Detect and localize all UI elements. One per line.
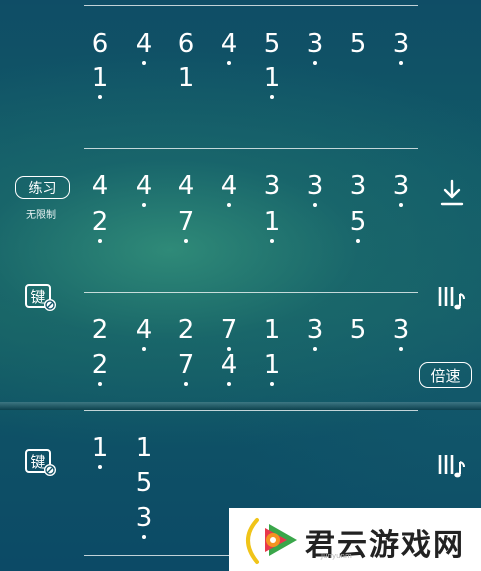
note: 5 [263,29,281,59]
note: 3 [263,171,281,201]
note: 7 [172,351,200,386]
note: 7 [215,316,243,351]
score-music-icon[interactable] [436,452,466,480]
note: 4 [215,30,243,65]
note: 3 [349,171,367,201]
note: 5 [135,468,153,498]
note: 4 [215,351,243,386]
note: 3 [130,504,158,539]
note: 1 [86,64,114,99]
section-divider [0,402,481,410]
svg-text:键: 键 [30,288,45,306]
svg-text:键: 键 [30,453,45,471]
note: 5 [349,315,367,345]
note: 3 [301,316,329,351]
note: 4 [130,316,158,351]
note: 2 [86,208,114,243]
note: 7 [172,208,200,243]
note: 1 [135,433,153,463]
note: 1 [258,208,286,243]
watermark-emblem-icon [246,518,297,564]
note: 3 [301,172,329,207]
note: 1 [263,315,281,345]
download-icon[interactable] [439,178,465,208]
note: 2 [177,315,195,345]
practice-button[interactable]: 练习 [15,176,70,199]
note: 3 [301,30,329,65]
keyboard-icon[interactable]: 键 [24,448,58,478]
staff-line [84,5,418,6]
note: 4 [130,172,158,207]
note: 5 [349,29,367,59]
note: 1 [258,351,286,386]
note: 1 [177,63,195,93]
note: 6 [91,29,109,59]
note: 4 [91,171,109,201]
note: 1 [258,64,286,99]
staff-line [84,410,418,411]
note: 2 [91,315,109,345]
note: 3 [387,172,415,207]
note: 2 [86,351,114,386]
note: 4 [130,30,158,65]
speed-button[interactable]: 倍速 [419,362,472,388]
staff-line [84,148,418,149]
note: 3 [387,30,415,65]
staff-line [84,292,418,293]
keyboard-icon[interactable]: 键 [24,283,58,313]
note: 4 [215,172,243,207]
note: 5 [344,208,372,243]
note: 1 [86,434,114,469]
watermark-subtitle: Junyunm [321,552,352,560]
note: 3 [387,316,415,351]
note: 4 [177,171,195,201]
watermark-logo: 君云游戏网 Junyunm [229,508,481,571]
note: 6 [177,29,195,59]
score-music-icon[interactable] [436,284,466,312]
no-limit-label: 无限制 [26,210,56,221]
